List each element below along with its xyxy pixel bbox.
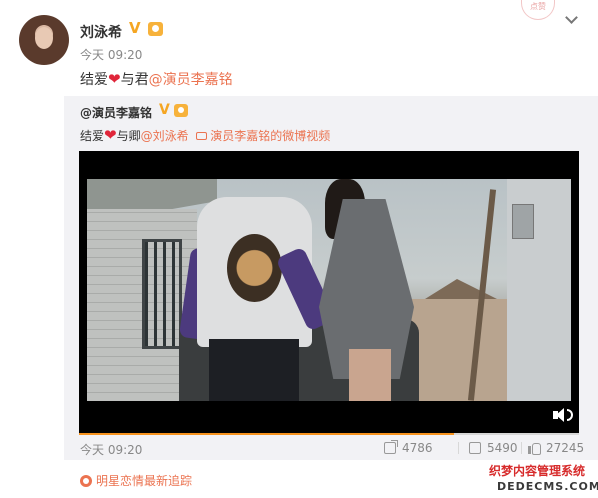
shirt-print — [227, 234, 282, 302]
divider — [521, 442, 522, 454]
watermark-line2: DEDECMS.COM — [497, 480, 598, 493]
repost-icon — [384, 440, 398, 454]
repost-count: 4786 — [402, 441, 433, 455]
repost-time[interactable]: 今天 09:20 — [80, 441, 142, 458]
topic-icon — [80, 475, 92, 487]
post-text: 结爱❤与君@演员李嘉铭 — [80, 69, 233, 89]
medal-icon[interactable] — [174, 104, 188, 117]
comment-icon — [469, 442, 481, 454]
repost-author-link[interactable]: @演员李嘉铭 — [80, 104, 152, 121]
heart-icon: ❤ — [104, 126, 117, 144]
avatar[interactable] — [19, 15, 69, 65]
divider — [458, 442, 459, 454]
woman-legs — [349, 349, 391, 401]
repost-text-prefix: 结爱 — [80, 129, 105, 143]
video-link-label: 演员李嘉铭的微博视频 — [210, 129, 331, 143]
post-text-mid: 与君 — [120, 72, 149, 88]
video-frame — [87, 179, 571, 401]
medal-icon[interactable] — [148, 22, 163, 36]
like-icon — [528, 442, 541, 455]
repost-mention-link[interactable]: @刘泳希 — [141, 129, 189, 143]
repost-button[interactable]: 4786 — [384, 440, 433, 455]
ac-unit — [512, 204, 534, 239]
stamp-icon: 点赞 — [521, 0, 555, 20]
reposted-card: @演员李嘉铭 V 结爱❤与卿@刘泳希 演员李嘉铭的微博视频 今天 09:20 4… — [64, 96, 598, 460]
post-text-prefix: 结爱 — [80, 72, 108, 88]
video-progress-fill — [79, 433, 454, 435]
heart-icon: ❤ — [108, 70, 121, 88]
topic-link[interactable]: 明星恋情最新追踪 — [80, 472, 192, 489]
weibo-post: 刘泳希 V 今天 09:20 点赞 结爱❤与君@演员李嘉铭 @演员李嘉铭 V 结… — [0, 0, 598, 498]
verified-icon: V — [129, 19, 141, 37]
site-watermark: 织梦内容管理系统 DEDECMS.COM — [487, 461, 598, 498]
house — [407, 299, 507, 401]
verified-icon: V — [159, 102, 170, 118]
man-pants — [209, 339, 299, 401]
like-button[interactable]: 27245 — [528, 441, 584, 455]
post-time[interactable]: 今天 09:20 — [80, 46, 142, 63]
barred-window — [142, 239, 182, 349]
comment-button[interactable]: 5490 — [469, 441, 518, 455]
video-link-icon — [196, 132, 208, 140]
like-count: 27245 — [546, 441, 585, 455]
post-mention-link[interactable]: @演员李嘉铭 — [149, 72, 233, 88]
comment-count: 5490 — [487, 441, 518, 455]
video-link[interactable]: 演员李嘉铭的微博视频 — [196, 129, 330, 143]
repost-text-mid: 与卿 — [116, 129, 141, 143]
more-chevron-icon[interactable] — [566, 13, 578, 25]
author-name[interactable]: 刘泳希 — [80, 22, 122, 42]
video-player[interactable] — [79, 151, 579, 433]
topic-label: 明星恋情最新追踪 — [96, 474, 193, 488]
repost-text: 结爱❤与卿@刘泳希 演员李嘉铭的微博视频 — [80, 126, 330, 144]
video-progress-bar[interactable] — [79, 433, 579, 435]
volume-wave-icon — [567, 409, 573, 421]
watermark-line1: 织梦内容管理系统 — [489, 464, 586, 478]
